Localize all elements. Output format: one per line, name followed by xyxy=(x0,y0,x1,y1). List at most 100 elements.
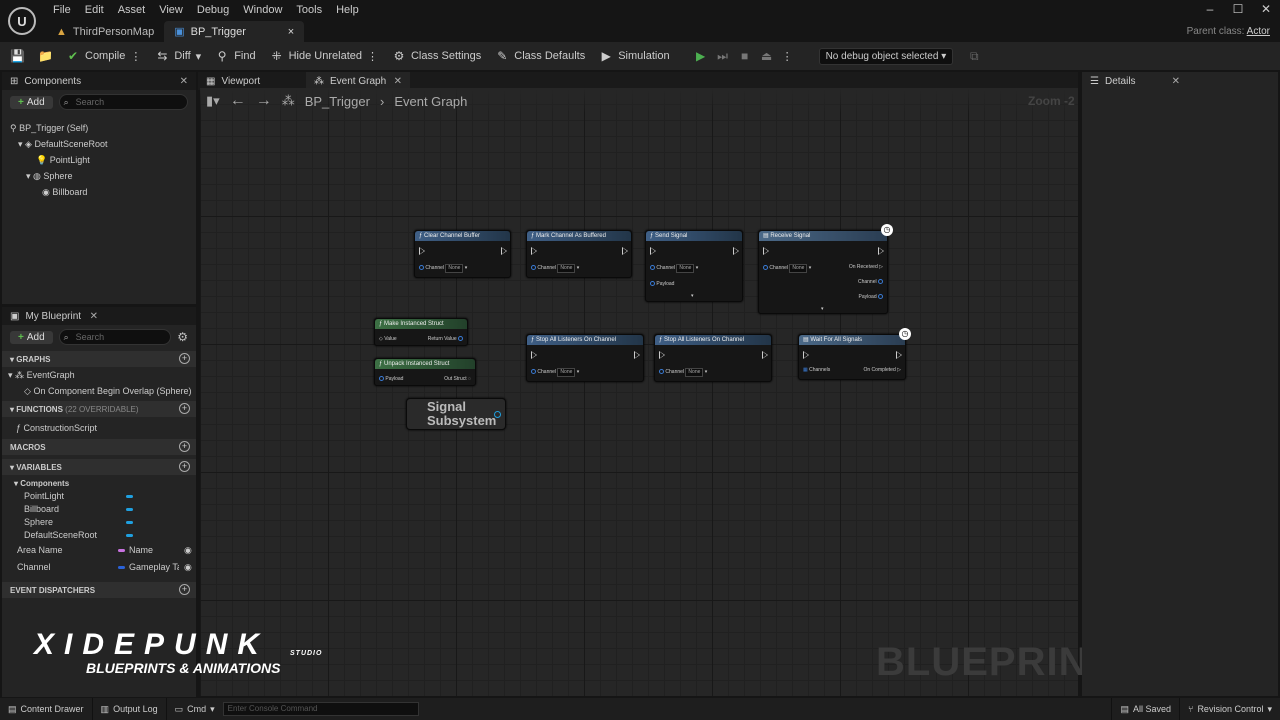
tree-item-billboard[interactable]: ◉ Billboard xyxy=(10,184,196,200)
minimize-icon[interactable]: – xyxy=(1196,2,1224,16)
tab-details[interactable]: ☰ Details ✕ xyxy=(1082,72,1188,90)
variable-area-name[interactable]: Area Name Name ◉ xyxy=(2,544,196,561)
debug-filter-icon[interactable]: ⧉ xyxy=(967,49,981,63)
class-defaults-button[interactable]: ✎ Class Defaults xyxy=(495,49,585,63)
tab-components[interactable]: ⊞ Components ✕ xyxy=(2,72,196,90)
debug-object-select[interactable]: No debug object selected ▾ xyxy=(818,47,954,65)
breadcrumb-blueprint[interactable]: BP_Trigger xyxy=(305,94,370,109)
exec-out-pin[interactable] xyxy=(733,247,739,255)
menu-edit[interactable]: Edit xyxy=(78,4,111,17)
exec-out-pin[interactable] xyxy=(622,247,628,255)
node-send-signal[interactable]: ƒ Send Signal Channel None ▾ Payload ▾ xyxy=(645,230,743,302)
add-variable-icon[interactable]: + xyxy=(179,461,190,472)
expand-node-icon[interactable]: ▾ xyxy=(691,293,694,300)
close-window-icon[interactable]: ✕ xyxy=(1252,2,1280,16)
close-icon[interactable]: ✕ xyxy=(180,76,188,87)
eye-icon[interactable]: ◉ xyxy=(184,561,192,574)
content-drawer-button[interactable]: ▤ Content Drawer xyxy=(0,698,93,720)
eye-icon[interactable]: ◉ xyxy=(184,544,192,557)
variable-billboard[interactable]: Billboard xyxy=(2,503,196,516)
add-dispatcher-icon[interactable]: + xyxy=(179,584,190,595)
close-icon[interactable]: ✕ xyxy=(394,76,402,87)
node-unpack-instanced-struct[interactable]: ƒ Unpack Instanced Struct Payload Out St… xyxy=(374,358,476,386)
save-icon[interactable]: 💾 xyxy=(10,49,25,63)
event-graph-item[interactable]: ▾ ⁂ EventGraph xyxy=(8,367,196,383)
browse-icon[interactable]: 📁 xyxy=(38,49,53,63)
console-input[interactable]: Enter Console Command xyxy=(222,702,419,716)
payload-out-pin[interactable] xyxy=(878,294,883,300)
menu-window[interactable]: Window xyxy=(236,4,289,17)
channel-out-pin[interactable] xyxy=(878,279,883,285)
gear-icon[interactable]: ⚙ xyxy=(177,330,188,344)
components-var-group[interactable]: ▾ Components xyxy=(2,477,196,490)
channel-dropdown[interactable]: None xyxy=(676,264,695,273)
tab-my-blueprint[interactable]: ▣ My Blueprint ✕ xyxy=(2,307,196,325)
tab-bp-trigger[interactable]: ▣ BP_Trigger × xyxy=(164,21,305,42)
output-log-button[interactable]: ▥ Output Log xyxy=(93,698,167,720)
tree-item-sphere[interactable]: ▾ ◍ Sphere xyxy=(10,168,196,184)
node-stop-all-listeners-1[interactable]: ƒ Stop All Listeners On Channel Channel … xyxy=(526,334,644,382)
variables-section[interactable]: ▾ VARIABLES + xyxy=(2,459,196,475)
tree-item-default-scene-root[interactable]: ▾ ◈ DefaultSceneRoot xyxy=(10,136,196,152)
chevron-down-icon[interactable]: ▾ xyxy=(26,171,31,181)
close-icon[interactable]: × xyxy=(288,26,294,38)
graphs-section[interactable]: ▾ GRAPHS + xyxy=(2,351,196,367)
add-macro-icon[interactable]: + xyxy=(179,441,190,452)
menu-view[interactable]: View xyxy=(152,4,190,17)
channel-pin[interactable] xyxy=(531,265,536,271)
construction-script-item[interactable]: ƒ ConstructionScript xyxy=(16,420,196,436)
variable-channel[interactable]: Channel Gameplay Ta ◉ xyxy=(2,561,196,578)
stop-icon[interactable]: ■ xyxy=(738,49,752,63)
return-value-pin[interactable] xyxy=(458,336,463,342)
channel-dropdown[interactable]: None xyxy=(557,264,576,273)
channel-pin[interactable] xyxy=(650,265,655,271)
add-component-button[interactable]: + Add xyxy=(10,95,53,109)
exec-in-pin[interactable] xyxy=(531,351,537,359)
channel-pin[interactable] xyxy=(763,265,768,271)
cmd-select[interactable]: ▭ Cmd ▾ xyxy=(167,698,223,720)
breadcrumb-graph[interactable]: Event Graph xyxy=(394,94,467,109)
exec-in-pin[interactable] xyxy=(531,247,537,255)
channel-dropdown[interactable]: None xyxy=(685,368,704,377)
expand-node-icon[interactable]: ▾ xyxy=(821,306,824,313)
channel-dropdown[interactable]: None xyxy=(789,264,808,273)
exec-out-pin[interactable] xyxy=(878,247,884,255)
add-member-button[interactable]: + Add xyxy=(10,330,53,344)
tree-item-self[interactable]: ⚲ BP_Trigger (Self) xyxy=(10,120,196,136)
add-function-icon[interactable]: + xyxy=(179,403,190,414)
subsystem-out-pin[interactable] xyxy=(494,411,501,418)
tab-third-person-map[interactable]: ▲ ThirdPersonMap xyxy=(46,21,164,42)
macros-section[interactable]: MACROS + xyxy=(2,439,196,455)
kebab-icon[interactable]: ⋮ xyxy=(130,50,141,63)
menu-asset[interactable]: Asset xyxy=(111,4,153,17)
variable-point-light[interactable]: PointLight xyxy=(2,490,196,503)
payload-pin[interactable] xyxy=(650,281,655,287)
simulation-button[interactable]: ▶ Simulation xyxy=(599,49,670,63)
event-item[interactable]: ◇ On Component Begin Overlap (Sphere) xyxy=(8,383,196,399)
find-button[interactable]: ⚲ Find xyxy=(215,49,256,63)
kebab-icon[interactable]: ⋮ xyxy=(367,50,378,63)
unreal-logo-icon[interactable]: U xyxy=(8,7,36,35)
payload-pin[interactable] xyxy=(379,376,384,382)
exec-in-pin[interactable] xyxy=(650,247,656,255)
menu-tools[interactable]: Tools xyxy=(289,4,329,17)
bookmark-icon[interactable]: ▮▾ xyxy=(206,93,220,109)
revision-control-button[interactable]: ⑂ Revision Control ▾ xyxy=(1180,698,1280,720)
exec-out-pin[interactable] xyxy=(896,351,902,359)
tree-item-point-light[interactable]: 💡 PointLight xyxy=(10,152,196,168)
exec-in-pin[interactable] xyxy=(803,351,809,359)
exec-out-pin[interactable] xyxy=(634,351,640,359)
parent-class-link[interactable]: Actor xyxy=(1247,26,1270,37)
on-received-exec-icon[interactable]: ▷ xyxy=(879,264,883,270)
all-saved-status[interactable]: ▤ All Saved xyxy=(1111,698,1181,720)
add-graph-icon[interactable]: + xyxy=(179,353,190,364)
node-wait-for-all-signals[interactable]: ▤ Wait For All Signals ▦ Channels On Com… xyxy=(798,334,906,380)
event-dispatchers-section[interactable]: EVENT DISPATCHERS + xyxy=(2,582,196,598)
out-struct-pin-icon[interactable]: ◌ xyxy=(468,376,471,382)
channel-dropdown[interactable]: None xyxy=(557,368,576,377)
node-receive-signal[interactable]: ▤ Receive Signal Channel None ▾ On Recei… xyxy=(758,230,888,314)
exec-out-pin[interactable] xyxy=(501,247,507,255)
menu-debug[interactable]: Debug xyxy=(190,4,236,17)
value-pin-icon[interactable]: ◇ xyxy=(379,336,383,342)
node-stop-all-listeners-2[interactable]: ƒ Stop All Listeners On Channel Channel … xyxy=(654,334,772,382)
